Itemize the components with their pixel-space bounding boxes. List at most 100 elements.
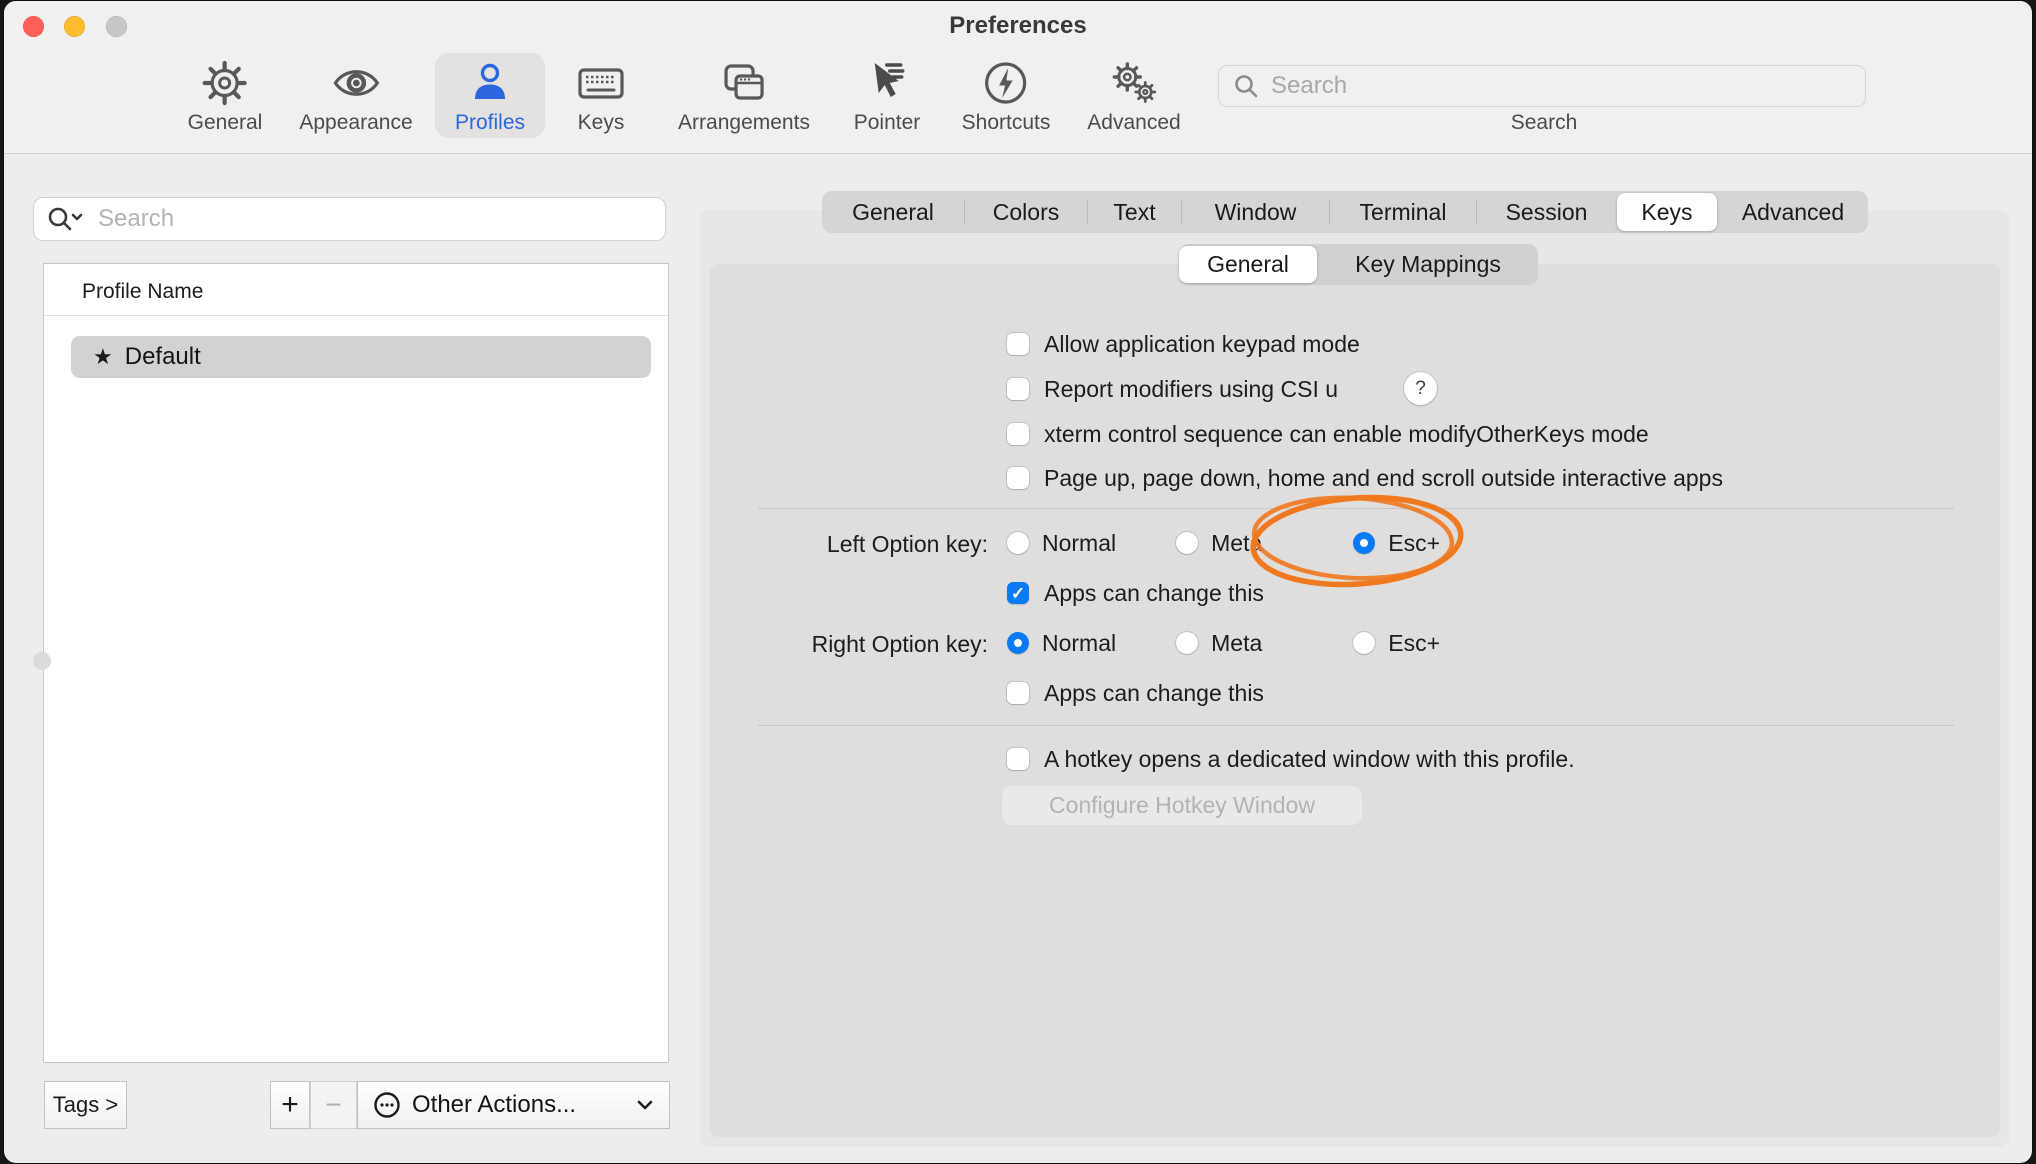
profile-search-input[interactable]	[96, 204, 620, 234]
checkbox-csiu[interactable]	[1007, 378, 1029, 400]
checkbox-label[interactable]: Apps can change this	[1044, 580, 1264, 607]
tab-general[interactable]: General	[822, 193, 964, 231]
windows-icon	[719, 57, 769, 109]
radio-label[interactable]: Normal	[1042, 630, 1116, 657]
checkbox-label[interactable]: Allow application keypad mode	[1044, 331, 1360, 358]
tags-button[interactable]: Tags >	[44, 1081, 127, 1129]
radio-left-esc[interactable]	[1353, 532, 1375, 554]
checkbox-label[interactable]: A hotkey opens a dedicated window with t…	[1044, 746, 1575, 773]
toolbar-item-pointer[interactable]: Pointer	[854, 57, 921, 135]
other-actions-dropdown[interactable]: Other Actions...	[357, 1081, 670, 1129]
radio-label[interactable]: Meta	[1211, 530, 1262, 557]
checkbox-row-modifyotherkeys: xterm control sequence can enable modify…	[1007, 412, 1649, 456]
radio-label[interactable]: Normal	[1042, 530, 1116, 557]
toolbar-search-field[interactable]	[1218, 65, 1866, 107]
right-apps-change-row: Apps can change this	[1007, 671, 1264, 715]
left-option-radios: Normal Meta Esc+	[1007, 521, 1440, 565]
toolbar-item-shortcuts[interactable]: Shortcuts	[962, 57, 1051, 135]
hotkey-row: A hotkey opens a dedicated window with t…	[1007, 737, 1575, 781]
configure-hotkey-window-button[interactable]: Configure Hotkey Window	[1002, 786, 1362, 825]
subtab-key-mappings[interactable]: Key Mappings	[1318, 246, 1538, 284]
toolbar-item-advanced[interactable]: Advanced	[1087, 57, 1180, 135]
tab-terminal[interactable]: Terminal	[1330, 193, 1476, 231]
radio-label[interactable]: Esc+	[1388, 530, 1440, 557]
minus-icon: −	[325, 1089, 341, 1121]
profile-name: Default	[125, 343, 201, 371]
toolbar-item-keys[interactable]: Keys	[575, 57, 627, 135]
screen: Preferences General Appearance	[0, 0, 2036, 1164]
tab-window[interactable]: Window	[1182, 193, 1329, 231]
preferences-window: Preferences General Appearance	[4, 1, 2032, 1163]
tags-button-label: Tags >	[53, 1092, 118, 1118]
checkbox-row-keypad: Allow application keypad mode	[1007, 322, 1360, 366]
divider	[758, 725, 1954, 726]
toolbar-label: Advanced	[1087, 111, 1180, 135]
divider	[758, 508, 1954, 509]
right-option-key-label: Right Option key:	[704, 631, 988, 658]
keyboard-icon	[575, 57, 627, 109]
radio-label[interactable]: Esc+	[1388, 630, 1440, 657]
radio-right-esc[interactable]	[1353, 632, 1375, 654]
checkbox-row-csiu: Report modifiers using CSI u	[1007, 367, 1338, 411]
checkbox-label[interactable]: xterm control sequence can enable modify…	[1044, 421, 1649, 448]
toolbar-item-profiles[interactable]: Profiles	[455, 57, 525, 135]
checkbox-left-apps-change[interactable]: ✓	[1007, 582, 1029, 604]
add-profile-button[interactable]: +	[270, 1081, 310, 1129]
bolt-icon	[982, 57, 1030, 109]
radio-right-meta[interactable]	[1176, 632, 1198, 654]
profile-search-field[interactable]	[33, 197, 666, 241]
star-icon: ★	[93, 344, 113, 370]
radio-left-meta[interactable]	[1176, 532, 1198, 554]
checkbox-scroll-outside[interactable]	[1007, 467, 1029, 489]
checkbox-hotkey[interactable]	[1007, 748, 1029, 770]
toolbar-label: Profiles	[455, 111, 525, 135]
checkbox-row-scroll-outside: Page up, page down, home and end scroll …	[1007, 456, 1723, 500]
checkbox-label[interactable]: Report modifiers using CSI u	[1044, 376, 1338, 403]
tab-colors[interactable]: Colors	[965, 193, 1087, 231]
profile-list-panel: Profile Name ★ Default	[43, 263, 669, 1063]
checkbox-right-apps-change[interactable]	[1007, 682, 1029, 704]
toolbar-label: Pointer	[854, 111, 921, 135]
check-icon: ✓	[1011, 585, 1025, 602]
person-icon	[466, 57, 514, 109]
help-button[interactable]: ?	[1404, 372, 1437, 405]
subtab-general[interactable]: General	[1179, 246, 1317, 283]
tab-session[interactable]: Session	[1477, 193, 1616, 231]
remove-profile-button[interactable]: −	[310, 1081, 357, 1129]
tab-text[interactable]: Text	[1088, 193, 1181, 231]
ellipsis-circle-icon	[372, 1090, 402, 1120]
checkbox-keypad[interactable]	[1007, 333, 1029, 355]
gear-icon	[201, 57, 249, 109]
toolbar-label: General	[188, 111, 263, 135]
right-option-radios: Normal Meta Esc+	[1007, 621, 1440, 665]
tab-keys[interactable]: Keys	[1617, 193, 1717, 231]
toolbar-item-appearance[interactable]: Appearance	[299, 57, 412, 135]
divider	[44, 315, 668, 316]
keys-subtabs: General Key Mappings	[1179, 244, 1538, 285]
sidebar-edge-dot	[33, 652, 51, 670]
eye-icon	[330, 57, 382, 109]
toolbar-search-caption: Search	[1511, 111, 1578, 135]
toolbar-label: Appearance	[299, 111, 412, 135]
profile-tabs: General Colors Text Window Terminal Sess…	[822, 191, 1868, 233]
radio-right-normal[interactable]	[1007, 632, 1029, 654]
checkbox-label[interactable]: Page up, page down, home and end scroll …	[1044, 465, 1723, 492]
toolbar-item-general[interactable]: General	[188, 57, 263, 135]
radio-label[interactable]: Meta	[1211, 630, 1262, 657]
toolbar-label: Arrangements	[678, 111, 810, 135]
toolbar-label: Keys	[578, 111, 625, 135]
profile-row-default[interactable]: ★ Default	[71, 336, 651, 378]
radio-left-normal[interactable]	[1007, 532, 1029, 554]
profile-list-header: Profile Name	[82, 280, 203, 304]
chevron-down-icon	[635, 1098, 655, 1112]
gears-icon	[1108, 57, 1160, 109]
plus-icon: +	[281, 1088, 299, 1122]
tab-advanced[interactable]: Advanced	[1718, 193, 1868, 231]
search-input[interactable]	[1269, 71, 1833, 101]
left-apps-change-row: ✓ Apps can change this	[1007, 571, 1264, 615]
checkbox-label[interactable]: Apps can change this	[1044, 680, 1264, 707]
checkbox-modifyotherkeys[interactable]	[1007, 423, 1029, 445]
other-actions-label: Other Actions...	[412, 1091, 635, 1119]
left-option-key-label: Left Option key:	[704, 531, 988, 558]
toolbar-item-arrangements[interactable]: Arrangements	[678, 57, 810, 135]
